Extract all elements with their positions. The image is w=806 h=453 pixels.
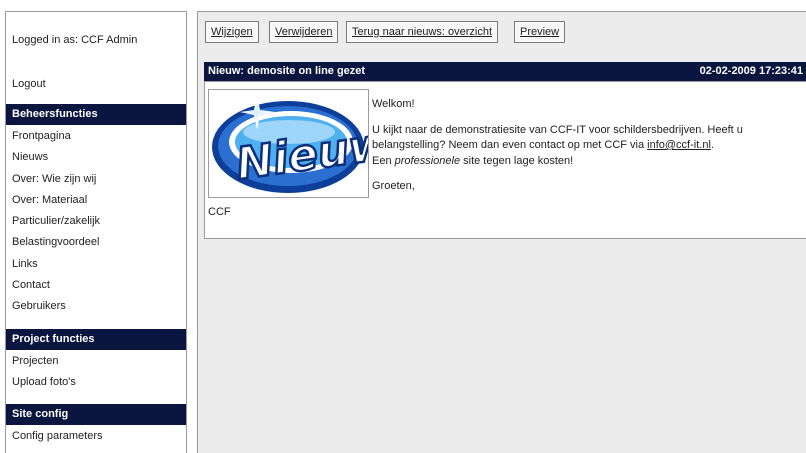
section-header-site-config: Site config bbox=[6, 404, 186, 425]
nieuw-logo: Nieuw bbox=[209, 90, 368, 197]
site-config-list: Config parameters bbox=[6, 426, 186, 447]
news-date: 02-02-2009 17:23:41 bbox=[699, 65, 803, 77]
project-functies-list: Projecten Upload foto's bbox=[6, 351, 186, 394]
sidebar-item-over-wie-zijn-wij[interactable]: Over: Wie zijn wij bbox=[6, 169, 186, 190]
logged-in-label: Logged in as: CCF Admin bbox=[12, 34, 138, 46]
sidebar-item-projecten[interactable]: Projecten bbox=[6, 351, 186, 372]
section-header-project-functies: Project functies bbox=[6, 329, 186, 350]
back-to-overview-button[interactable]: Terug naar nieuws: overzicht bbox=[346, 21, 499, 43]
sidebar-item-over-materiaal[interactable]: Over: Materiaal bbox=[6, 190, 186, 211]
news-signature: CCF bbox=[208, 206, 231, 218]
sidebar-item-contact[interactable]: Contact bbox=[6, 275, 186, 296]
sidebar-item-upload-fotos[interactable]: Upload foto's bbox=[6, 372, 186, 393]
news-title: Nieuw: demosite on line gezet bbox=[208, 65, 366, 77]
news-greeting: Welkom! bbox=[372, 98, 415, 110]
sidebar-item-belastingvoordeel[interactable]: Belastingvoordeel bbox=[6, 232, 186, 253]
sidebar-item-links[interactable]: Links bbox=[6, 254, 186, 275]
sidebar-item-particulier-zakelijk[interactable]: Particulier/zakelijk bbox=[6, 211, 186, 232]
sidebar-item-frontpagina[interactable]: Frontpagina bbox=[6, 126, 186, 147]
news-line3-end: site tegen lage kosten! bbox=[460, 154, 574, 167]
sidebar-item-config-parameters[interactable]: Config parameters bbox=[6, 426, 186, 447]
news-body-end: . bbox=[710, 139, 714, 151]
section-header-beheersfuncties: Beheersfuncties bbox=[6, 104, 186, 125]
email-link[interactable]: info@ccf-it.nl bbox=[647, 139, 711, 151]
edit-button[interactable]: Wijzigen bbox=[205, 21, 259, 43]
beheersfuncties-list: Frontpagina Nieuws Over: Wie zijn wij Ov… bbox=[6, 126, 186, 318]
sidebar: Logged in as: CCF Admin Logout Beheersfu… bbox=[5, 11, 187, 453]
sidebar-item-nieuws[interactable]: Nieuws bbox=[6, 147, 186, 168]
main-content: Wijzigen Verwijderen Terug naar nieuws: … bbox=[197, 11, 806, 453]
preview-button[interactable]: Preview bbox=[514, 21, 566, 43]
news-closing: Groeten, bbox=[372, 180, 415, 192]
news-header: Nieuw: demosite on line gezet 02-02-2009… bbox=[204, 62, 806, 81]
delete-button[interactable]: Verwijderen bbox=[269, 21, 339, 43]
news-line3-start: Een bbox=[372, 154, 395, 167]
news-paragraph: U kijkt naar de demonstratiesite van CCF… bbox=[372, 123, 792, 170]
news-body: Welkom! U kijkt naar de demonstratiesite… bbox=[372, 97, 792, 205]
logout-link[interactable]: Logout bbox=[12, 78, 46, 90]
news-line3-emphasis: professionele bbox=[394, 154, 461, 167]
sidebar-item-gebruikers[interactable]: Gebruikers bbox=[6, 296, 186, 317]
news-item: Nieuw Welkom! U kijkt naar de demonstrat… bbox=[204, 81, 806, 239]
news-logo-image: Nieuw bbox=[208, 89, 369, 198]
